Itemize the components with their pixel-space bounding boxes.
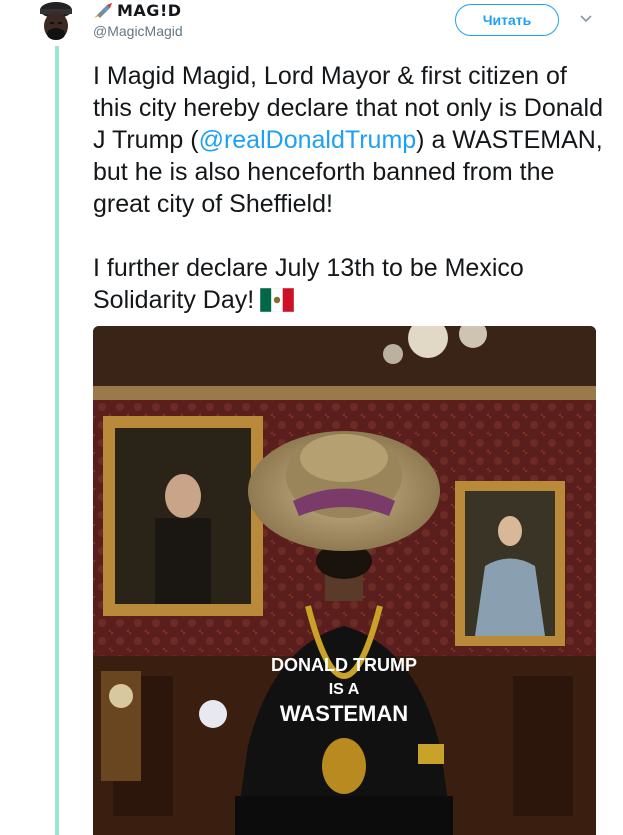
display-name[interactable]: MAG!D xyxy=(117,1,182,20)
chevron-down-icon[interactable] xyxy=(578,10,594,26)
thread-line xyxy=(55,40,59,835)
rocket-icon xyxy=(94,3,112,18)
shirt-text-line3: WASTEMAN xyxy=(280,701,408,726)
follow-button[interactable]: Читать xyxy=(455,4,559,36)
tweet-text: I Magid Magid, Lord Mayor & first citize… xyxy=(93,60,608,320)
user-handle[interactable]: @MagicMagid xyxy=(93,23,453,39)
mexico-flag-icon xyxy=(259,287,295,320)
photo-illustration: DONALD TRUMP IS A WASTEMAN xyxy=(93,326,596,835)
shirt-text-line1: DONALD TRUMP xyxy=(271,655,417,675)
mention-link[interactable]: @realDonaldTrump xyxy=(199,126,417,154)
tweet-paragraph-2: I further declare July 13th to be Mexico… xyxy=(93,252,608,320)
avatar[interactable] xyxy=(33,0,79,46)
shirt-text-line2: IS A xyxy=(329,681,360,698)
tweet-paragraph-2-text: I further declare July 13th to be Mexico… xyxy=(93,254,524,314)
tweet-photo[interactable]: DONALD TRUMP IS A WASTEMAN xyxy=(93,326,596,835)
tweet-header: MAG!D @MagicMagid xyxy=(93,0,453,44)
avatar-image xyxy=(33,0,79,46)
tweet-paragraph-1: I Magid Magid, Lord Mayor & first citize… xyxy=(93,60,608,220)
